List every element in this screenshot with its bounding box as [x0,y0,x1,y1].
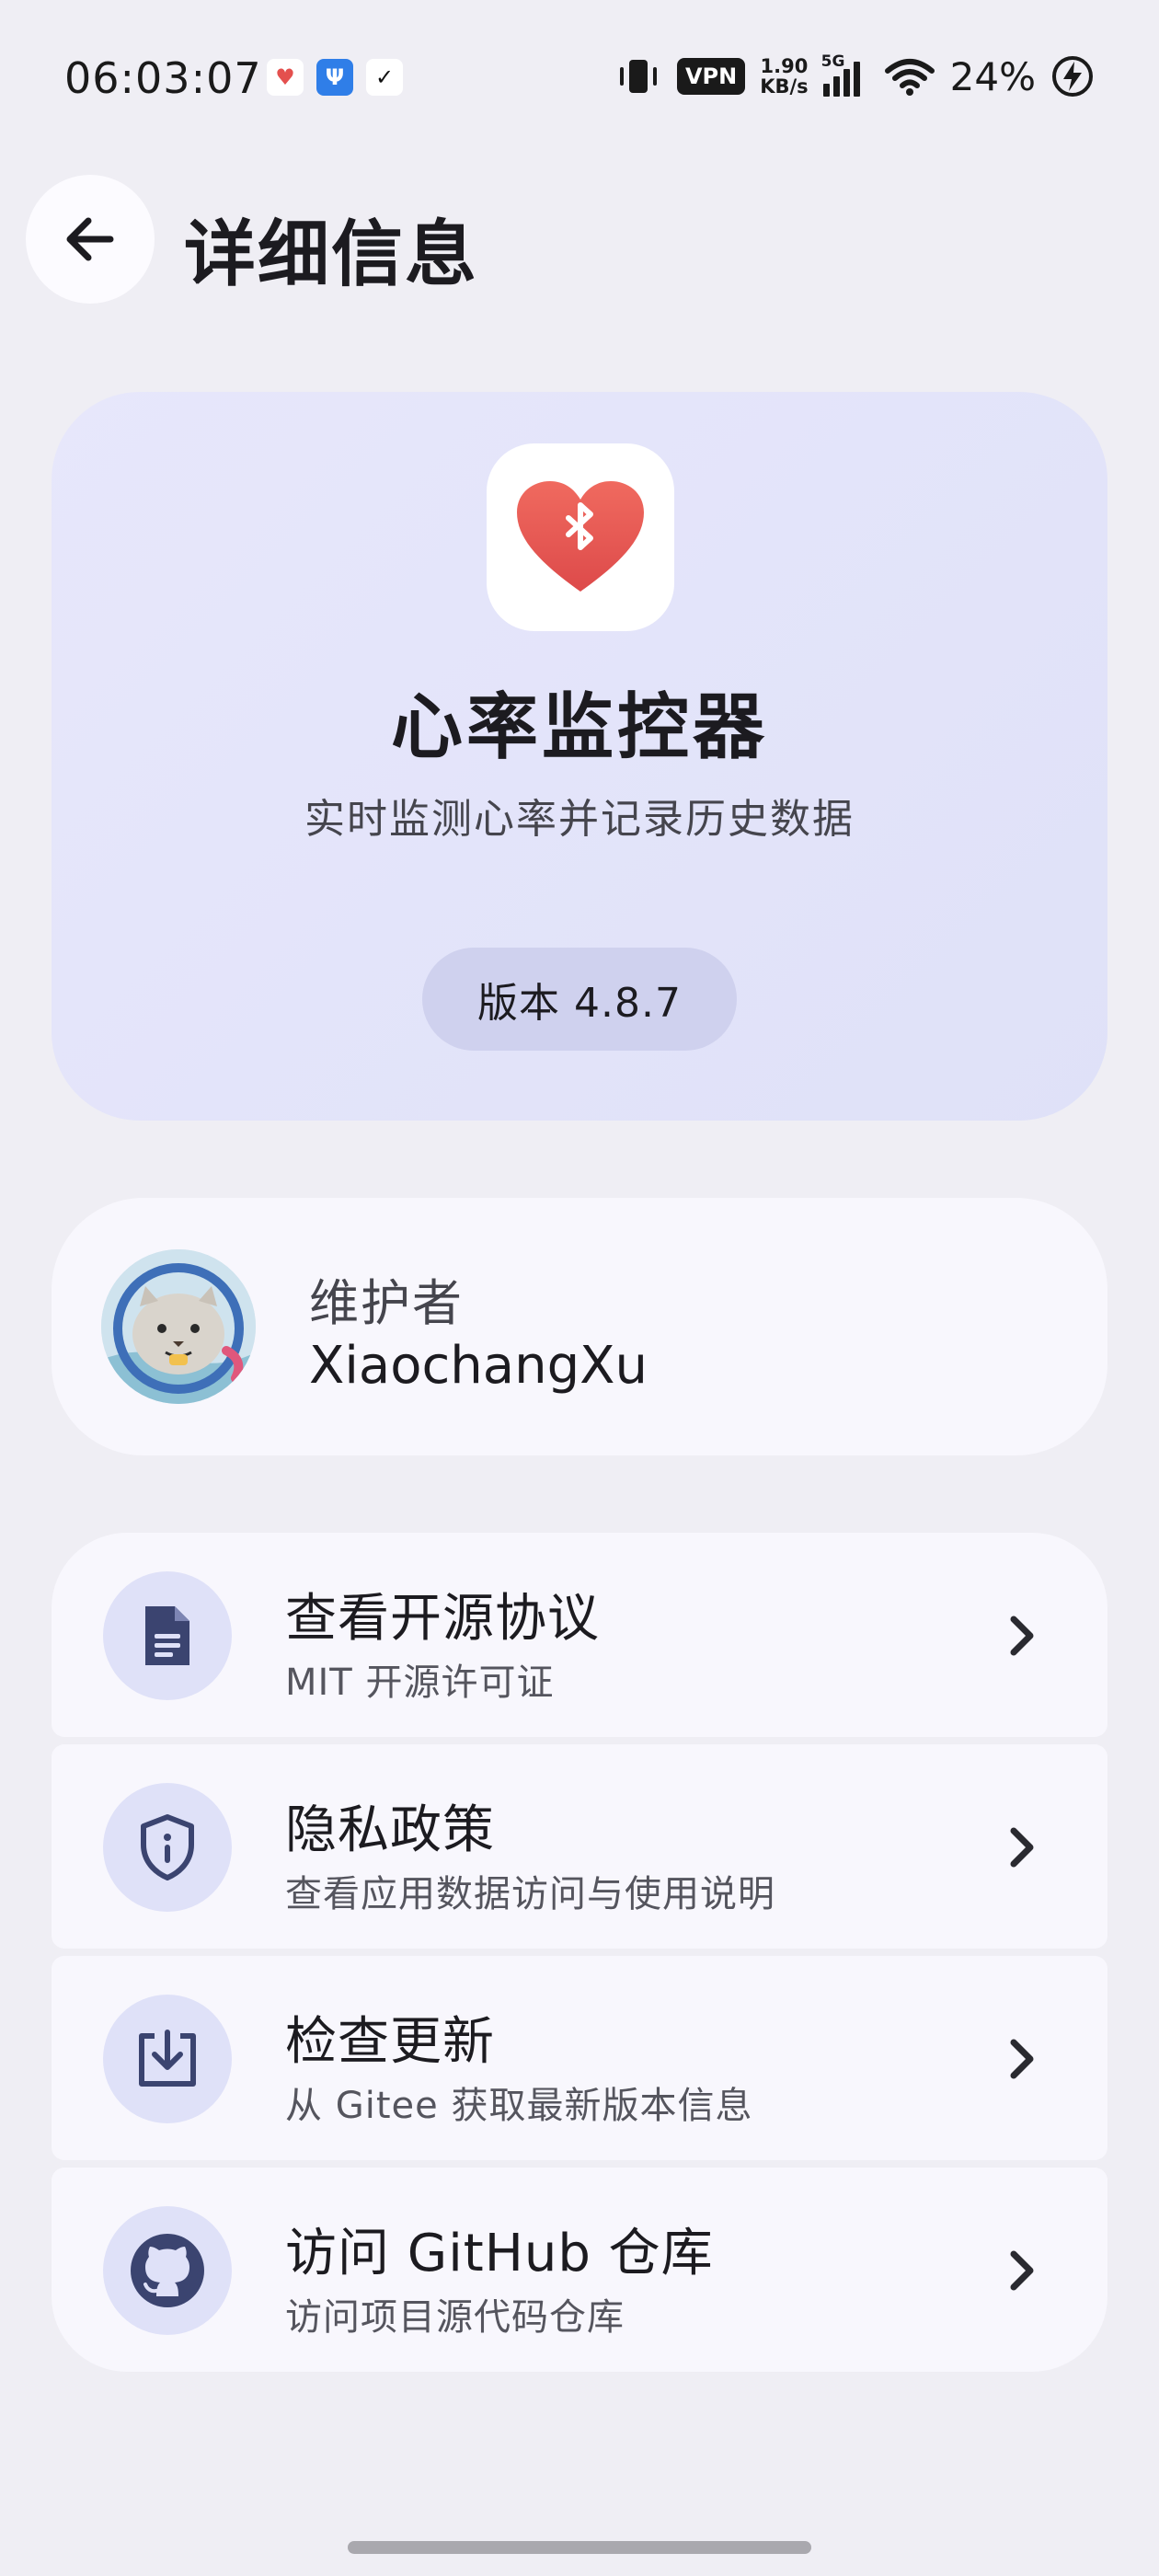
avatar [101,1249,256,1404]
back-button[interactable] [26,175,155,304]
status-time: 06:03:07 [64,53,262,103]
action-title: 隐私政策 [285,1800,495,1860]
vpn-badge: VPN [676,58,746,95]
status-indicators: VPN 1.90 KB/s 5G 24% [614,52,1095,99]
page-title: 详细信息 [184,213,479,296]
action-title: 访问 GitHub 仓库 [285,2224,714,2283]
open-source-license-item[interactable]: 查看开源协议 MIT 开源许可证 [52,1533,1107,1737]
document-icon [103,1571,232,1700]
privacy-policy-item[interactable]: 隐私政策 查看应用数据访问与使用说明 [52,1744,1107,1949]
home-indicator[interactable] [348,2541,811,2554]
net-speed: 1.90 KB/s [760,56,808,97]
arrow-left-icon [66,217,114,261]
github-repo-item[interactable]: 访问 GitHub 仓库 访问项目源代码仓库 [52,2168,1107,2372]
notification-icons: ♥ Ψ ✓ [267,59,403,96]
charging-icon [1050,54,1095,98]
check-update-item[interactable]: 检查更新 从 Gitee 获取最新版本信息 [52,1956,1107,2160]
chevron-right-icon [1010,1827,1034,1868]
cellular-signal-icon: 5G [821,52,869,97]
chevron-right-icon [1010,2039,1034,2079]
version-chip: 版本 4.8.7 [422,948,737,1051]
app-info-card: 心率监控器 实时监测心率并记录历史数据 版本 4.8.7 [52,392,1107,1121]
action-subtitle: 查看应用数据访问与使用说明 [285,1873,775,1915]
v-notification-icon: ✓ [366,59,403,96]
action-subtitle: 从 Gitee 获取最新版本信息 [285,2085,753,2127]
net-speed-value: 1.90 [760,55,809,77]
download-box-icon [103,1995,232,2123]
heart-notification-icon: ♥ [267,59,304,96]
wifi-icon [884,56,935,97]
network-type: 5G [820,52,845,71]
action-title: 检查更新 [285,2012,495,2072]
status-bar: 06:03:07 ♥ Ψ ✓ VPN 1.90 KB/s 5G 24% [0,0,1159,156]
net-speed-unit: KB/s [760,75,809,98]
usb-notification-icon: Ψ [316,59,353,96]
action-title: 查看开源协议 [285,1589,600,1649]
action-subtitle: 访问项目源代码仓库 [285,2296,625,2339]
battery-level: 24% [949,53,1036,99]
github-icon [103,2206,232,2335]
maintainer-label: 维护者 [309,1274,464,1332]
app-icon [487,443,674,631]
maintainer-name: XiaochangXu [309,1336,648,1396]
vibrate-icon [614,56,662,97]
app-name: 心率监控器 [390,686,768,769]
chevron-right-icon [1010,1616,1034,1656]
action-subtitle: MIT 开源许可证 [285,1662,555,1704]
chevron-right-icon [1010,2250,1034,2291]
maintainer-card[interactable]: 维护者 XiaochangXu [52,1198,1107,1455]
bluetooth-heart-icon [517,481,644,592]
shield-info-icon [103,1783,232,1912]
app-description: 实时监测心率并记录历史数据 [304,796,855,843]
action-list: 查看开源协议 MIT 开源许可证 隐私政策 查看应用数据访问与使用说明 检查更新… [52,1533,1107,2372]
